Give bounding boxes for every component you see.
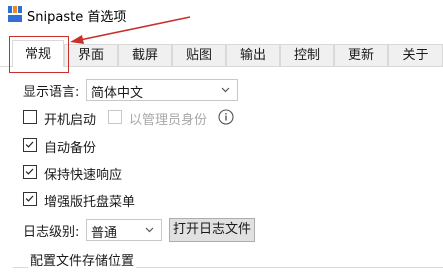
annotation-arrow-icon [70,16,191,44]
